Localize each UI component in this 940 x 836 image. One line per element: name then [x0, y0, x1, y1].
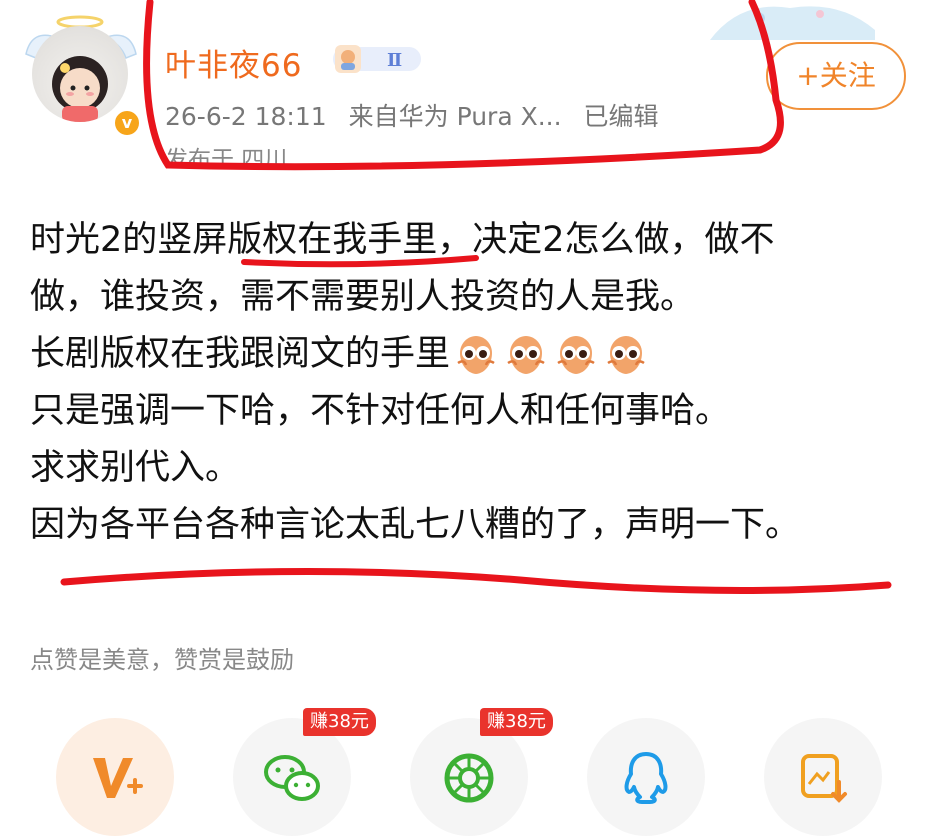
post-content: 时光2的竖屏版权在我手里，决定2怎么做，做不 做，谁投资，需不需要别人投资的人是… [30, 212, 910, 554]
post-line: 因为各平台各种言论太乱七八糟的了，声明一下。 [30, 505, 801, 545]
level-text: Ⅱ [387, 50, 402, 71]
verified-badge-icon: v [112, 108, 142, 138]
qq-icon [624, 752, 668, 804]
post-meta: 26-6-2 18:11 来自华为 Pura X... 已编辑 [165, 97, 673, 133]
staring-eyes-emoji [457, 336, 495, 374]
avatar-image [32, 26, 128, 122]
wechat-icon [264, 755, 320, 801]
username[interactable]: 叶非夜66 [165, 40, 302, 85]
staring-eyes-emoji [607, 336, 645, 374]
decorative-sticker [710, 6, 875, 40]
post-line: 做，谁投资，需不需要别人投资的人是我。 [30, 277, 696, 317]
weibo-post: v 叶非夜66 Ⅱ 26-6-2 18:11 来自华为 Pura X... 已编… [0, 0, 940, 836]
v-plus-icon [93, 758, 143, 798]
post-line: 长剧版权在我跟阅文的手里 [30, 334, 451, 374]
avatar[interactable]: v [22, 14, 142, 144]
post-time: 26-6-2 18:11 [165, 102, 327, 131]
save-image-icon [801, 754, 847, 803]
member-level-badge-icon: Ⅱ [333, 45, 421, 73]
qq-share-button[interactable] [587, 718, 705, 836]
staring-eyes-emoji [557, 336, 595, 374]
earn-badge: 赚38元 [480, 708, 553, 736]
earn-badge: 赚38元 [303, 708, 376, 736]
save-image-button[interactable] [764, 718, 882, 836]
follow-button[interactable]: +关注 [766, 42, 906, 110]
share-bar: 赚38元 赚38元 [0, 700, 940, 836]
post-line-with-emoji: 长剧版权在我跟阅文的手里 [30, 326, 910, 383]
emoji-group [454, 333, 648, 377]
vplus-share-button[interactable] [56, 718, 174, 836]
post-location: 发布于 四川 [165, 147, 288, 164]
post-line: 只是强调一下哈，不针对任何人和任何事哈。 [30, 391, 731, 431]
post-line: 时光2的竖屏版权在我手里，决定2怎么做，做不 [30, 220, 775, 260]
staring-eyes-emoji [507, 336, 545, 374]
wechat-moments-icon [444, 753, 494, 803]
edited-label[interactable]: 已编辑 [584, 102, 659, 131]
reward-tip: 点赞是美意，赞赏是鼓励 [30, 646, 294, 674]
post-line: 求求别代入。 [30, 448, 241, 488]
red-underline-long [60, 567, 892, 594]
post-source[interactable]: 来自华为 Pura X... [349, 102, 562, 131]
